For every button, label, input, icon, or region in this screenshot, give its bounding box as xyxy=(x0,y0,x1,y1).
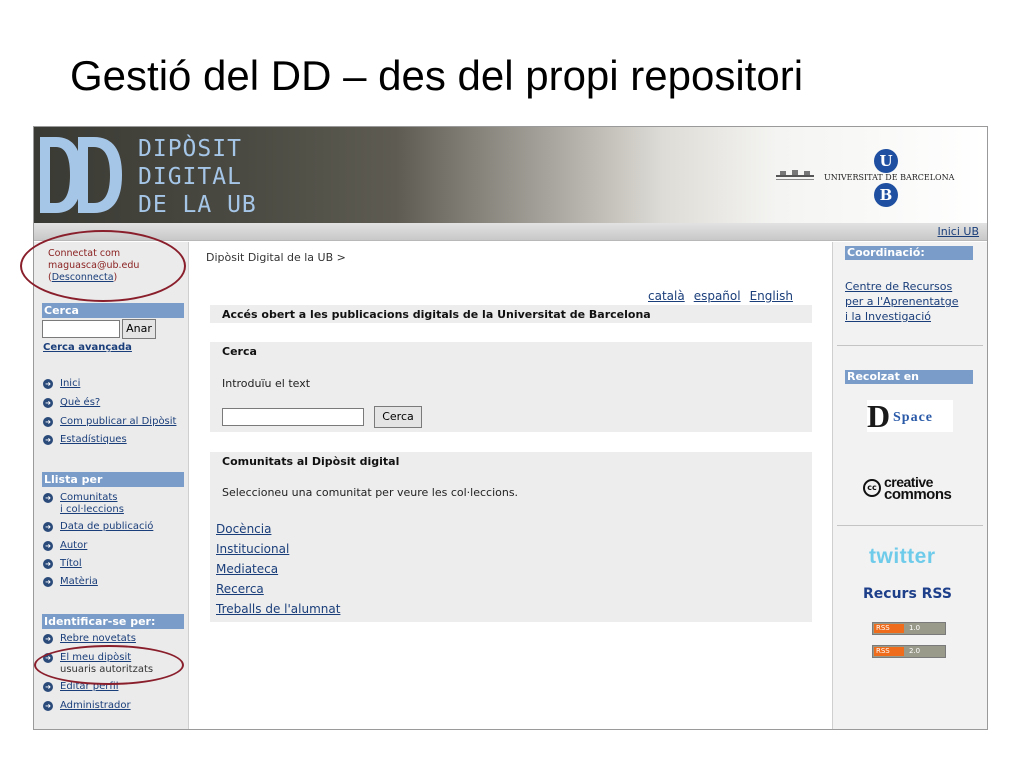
sidebar-item-label: Comunitats xyxy=(60,492,118,503)
coordination-head: Coordinació: xyxy=(845,246,973,260)
communities-panel: Comunitats al Dipòsit digital Seleccione… xyxy=(210,452,812,622)
sidebar-item-label: Matèria xyxy=(60,576,98,587)
language-switcher: català español English xyxy=(648,289,802,303)
sidebar-item-label: Autor xyxy=(60,540,88,551)
top-nav-strip: Inici UB xyxy=(34,223,987,241)
logo-line: DIGITAL xyxy=(138,164,242,190)
intro-heading: Accés obert a les publicacions digitals … xyxy=(222,308,651,321)
community-link-treballs[interactable]: Treballs de l'alumnat xyxy=(216,602,340,616)
sidebar-item-label: Què és? xyxy=(60,397,101,408)
rss-badge-right: 1.0 xyxy=(907,624,945,633)
communities-prompt: Seleccioneu una comunitat per veure les … xyxy=(222,486,519,499)
rss-badge-left: RSS xyxy=(874,647,904,656)
search-panel-prompt: Introduïu el text xyxy=(222,377,311,390)
supported-head: Recolzat en xyxy=(845,370,973,384)
search-panel-heading: Cerca xyxy=(222,345,257,358)
logo-line: DE LA UB xyxy=(138,192,257,218)
community-link-institucional[interactable]: Institucional xyxy=(216,542,289,556)
community-link-mediateca[interactable]: Mediateca xyxy=(216,562,278,576)
sidebar-item-label: Estadístiques xyxy=(60,434,127,445)
sidebar-item-label: Com publicar al Dipòsit xyxy=(60,416,177,427)
breadcrumb[interactable]: Dipòsit Digital de la UB > xyxy=(206,251,346,264)
advanced-search-link[interactable]: Cerca avançada xyxy=(43,342,132,353)
rss-2-badge[interactable]: RSS 2.0 xyxy=(872,645,946,658)
sidebar-item-label: Títol xyxy=(60,558,82,569)
twitter-logo[interactable]: twitter xyxy=(869,545,936,569)
lang-link-espanol[interactable]: español xyxy=(694,289,741,303)
search-section-head: Cerca xyxy=(42,303,184,318)
arrow-right-icon: ➜ xyxy=(43,522,53,532)
main-search-input[interactable] xyxy=(222,408,364,426)
dspace-logo[interactable]: D Space xyxy=(867,400,953,432)
arrow-right-icon: ➜ xyxy=(43,559,53,569)
divider xyxy=(837,345,983,346)
sidebar-search-button[interactable]: Anar xyxy=(122,319,156,339)
rss-1-badge[interactable]: RSS 1.0 xyxy=(872,622,946,635)
identify-section-head: Identificar-se per: xyxy=(42,614,184,629)
ub-building-icon xyxy=(776,170,814,180)
arrow-right-icon: ➜ xyxy=(43,435,53,445)
sidebar-item-label: Rebre novetats xyxy=(60,633,136,644)
communities-heading: Comunitats al Dipòsit digital xyxy=(222,455,400,468)
arrow-right-icon: ➜ xyxy=(43,493,53,503)
arrow-right-icon: ➜ xyxy=(43,634,53,644)
divider xyxy=(837,525,983,526)
crai-link[interactable]: Centre de Recursos per a l'Aprenentatge … xyxy=(845,279,958,324)
community-link-docencia[interactable]: Docència xyxy=(216,522,271,536)
site-banner: DIPÒSIT DIGITAL DE LA UB U B UNIVERSITAT… xyxy=(34,127,987,223)
highlight-ellipse-meu-diposit xyxy=(34,645,184,685)
intro-panel: Accés obert a les publicacions digitals … xyxy=(210,305,812,323)
browse-section-head: Llista per xyxy=(42,472,184,487)
rss-badge-left: RSS xyxy=(874,624,904,633)
crai-link-line: i la Investigació xyxy=(845,310,931,323)
arrow-right-icon: ➜ xyxy=(43,398,53,408)
highlight-ellipse-user xyxy=(20,230,186,302)
arrow-right-icon: ➜ xyxy=(43,417,53,427)
sidebar-item-label: Data de publicació xyxy=(60,521,154,532)
logo-line: DIPÒSIT xyxy=(138,136,242,162)
university-name: UNIVERSITAT DE BARCELONA xyxy=(824,173,955,182)
ub-letter-u: U xyxy=(874,149,898,173)
lang-link-english[interactable]: English xyxy=(750,289,793,303)
cc-icon: cc xyxy=(863,479,881,497)
right-sidebar: Coordinació: Centre de Recursos per a l'… xyxy=(832,242,987,729)
arrow-right-icon: ➜ xyxy=(43,701,53,711)
sidebar-search-input[interactable] xyxy=(42,320,120,338)
site-logo-text: DIPÒSIT DIGITAL DE LA UB xyxy=(138,135,257,219)
arrow-right-icon: ➜ xyxy=(43,577,53,587)
main-search-button[interactable]: Cerca xyxy=(374,406,422,428)
cc-word-commons: commons xyxy=(884,486,952,503)
search-panel: Cerca Introduïu el text Cerca xyxy=(210,342,812,432)
arrow-right-icon: ➜ xyxy=(43,541,53,551)
lang-link-catala[interactable]: català xyxy=(648,289,685,303)
crai-link-line: per a l'Aprenentatge xyxy=(845,295,959,308)
creative-commons-logo[interactable]: cc creative commons xyxy=(863,474,963,504)
community-link-recerca[interactable]: Recerca xyxy=(216,582,264,596)
browser-window: DIPÒSIT DIGITAL DE LA UB U B UNIVERSITAT… xyxy=(33,126,988,730)
rss-title: Recurs RSS xyxy=(863,586,952,602)
arrow-right-icon: ➜ xyxy=(43,682,53,692)
crai-link-line: Centre de Recursos xyxy=(845,280,953,293)
slide-title: Gestió del DD – des del propi repositori xyxy=(70,52,804,99)
sidebar-item-sublabel: i col·leccions xyxy=(60,504,124,515)
dspace-word: Space xyxy=(893,410,933,425)
arrow-right-icon: ➜ xyxy=(43,379,53,389)
sidebar-item-label: Administrador xyxy=(60,700,131,711)
dspace-letter: D xyxy=(867,398,891,434)
rss-badge-right: 2.0 xyxy=(907,647,945,656)
sidebar-item-label: Inici xyxy=(60,378,81,389)
ub-letter-b: B xyxy=(874,183,898,207)
inici-ub-link[interactable]: Inici UB xyxy=(938,225,979,238)
dd-logo-icon xyxy=(40,137,122,213)
